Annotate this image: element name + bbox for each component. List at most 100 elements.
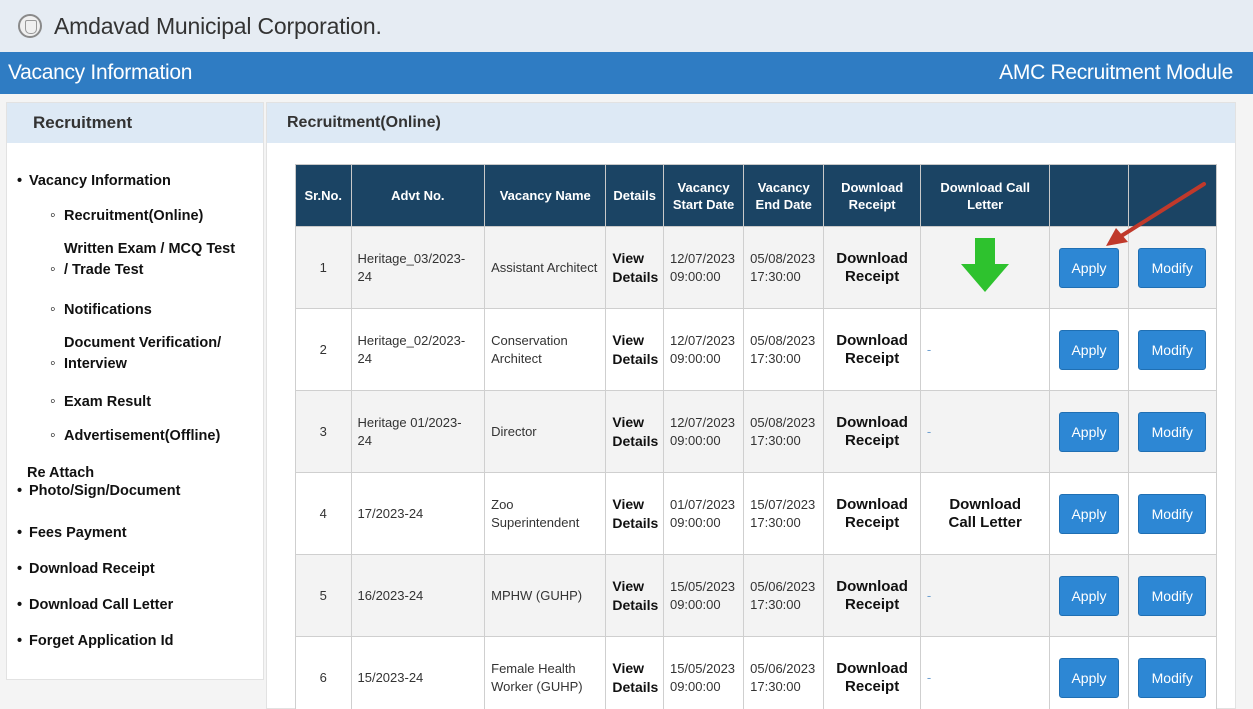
sidebar-item-document-verification[interactable]: Document Verification/ Interview [50,335,260,373]
sidebar-item-forget-application-id[interactable]: Forget Application Id [17,633,173,649]
sidebar-item-download-call-letter[interactable]: Download Call Letter [17,597,173,613]
download-receipt-label: Download [836,413,908,431]
sidebar-item-fees-payment[interactable]: Fees Payment [17,525,127,541]
modify-button[interactable]: Modify [1138,575,1207,616]
sidebar-item-notifications[interactable]: Notifications [50,301,152,319]
apply-button[interactable]: Apply [1058,329,1119,370]
advt-number: 16/2023-24 [357,587,424,603]
cell-advt: Heritage 01/2023- 24 [350,390,486,473]
cell-receipt: Download Receipt [823,554,921,637]
modify-button[interactable]: Modify [1138,247,1207,288]
vacancy-name: Assistant Architect [491,259,598,275]
download-receipt-link[interactable]: Download Receipt [830,496,914,532]
table-row: 5 16/2023-24 MPHW (GUHP) View Details 15/… [295,554,1218,637]
download-receipt-link[interactable]: Download Receipt [830,578,914,614]
advt-number: Heritage 01/2023- [357,414,462,430]
view-details-link[interactable]: View Details [612,332,658,367]
download-call-letter-label: Download [949,495,1022,513]
cell-name: Zoo Superintendent [484,472,607,555]
sidebar-item-download-receipt[interactable]: Download Receipt [17,561,155,577]
cell-details: View Details [605,636,664,709]
download-receipt-link[interactable]: Download Receipt [830,660,914,696]
end-date: 05/08/2023 [750,332,816,348]
start-date: 09:00:00 [669,596,721,612]
cell-sr: 3 [295,390,352,473]
apply-button[interactable]: Apply [1058,247,1119,288]
cell-details: View Details [605,390,664,473]
cell-name: Conservation Architect [484,308,607,391]
view-details-link[interactable]: View Details [612,578,658,613]
modify-button[interactable]: Modify [1138,657,1207,698]
col-header-label: Download Call [940,179,1030,195]
cell-end: 05/08/2023 17:30:00 [743,308,825,391]
col-header-label: Vacancy [677,179,730,195]
col-header-receipt: Download Receipt [823,164,921,227]
sidebar-item-reattach[interactable]: Re Attach Photo/Sign/Document [17,465,257,499]
download-receipt-link[interactable]: Download Receipt [830,332,914,368]
end-date: 17:30:00 [750,596,801,612]
sidebar-item-vacancy-information[interactable]: Vacancy Information [17,173,171,189]
start-date: 12/07/2023 [669,250,736,266]
cell-modify: Modify [1127,390,1218,473]
start-date: 15/05/2023 [669,578,736,594]
cell-call-letter: Download Call Letter [919,472,1051,555]
col-header-apply [1049,164,1129,227]
apply-button[interactable]: Apply [1058,493,1119,534]
cell-sr: 5 [295,554,352,637]
cell-call-letter: - [919,390,1051,473]
view-details-link[interactable]: View Details [612,496,658,531]
vacancy-table: Sr.No. Advt No. Vacancy Name Details Vac… [295,164,1218,709]
empty-dash: - [926,423,932,439]
view-details-link[interactable]: View Details [612,660,658,695]
sidebar-item-written-exam[interactable]: Written Exam / MCQ Test / Trade Test [50,241,260,279]
empty-dash: - [926,669,932,685]
sidebar-item-recruitment-online[interactable]: Recruitment(Online) [50,207,203,225]
cell-start: 15/05/2023 09:00:00 [662,554,745,637]
vacancy-name: Architect [491,350,542,366]
col-header-label: Receipt [848,196,896,212]
table-row: 6 15/2023-24 Female Health Worker (GUHP) … [295,636,1218,709]
view-details-link[interactable]: View Details [612,414,658,449]
cell-receipt: Download Receipt [823,472,921,555]
view-details-label: Details [612,678,659,695]
download-receipt-link[interactable]: Download Receipt [830,250,914,286]
cell-advt: Heritage_02/2023- 24 [350,308,486,391]
cell-advt: 16/2023-24 [350,554,486,637]
empty-dash: - [926,587,932,603]
download-call-letter-link[interactable]: Download Call Letter [927,496,1044,532]
cell-end: 15/07/2023 17:30:00 [743,472,825,555]
start-date: 15/05/2023 [669,660,736,676]
download-receipt-link[interactable]: Download Receipt [830,414,914,450]
cell-start: 12/07/2023 09:00:00 [662,390,745,473]
apply-button[interactable]: Apply [1058,575,1119,616]
modify-button[interactable]: Modify [1138,411,1207,452]
col-header-label: Letter [967,196,1004,212]
sidebar-item-label: Re Attach [27,465,95,481]
cell-start: 12/07/2023 09:00:00 [662,226,745,309]
view-details-link[interactable]: View Details [612,250,658,285]
cell-details: View Details [605,226,664,309]
cell-call-letter: - [919,308,1051,391]
sidebar-item-advertisement-offline[interactable]: Advertisement(Offline) [50,427,220,445]
modify-button[interactable]: Modify [1138,329,1207,370]
cell-advt: 15/2023-24 [350,636,486,709]
advt-number: 24 [357,268,372,284]
modify-button[interactable]: Modify [1138,493,1207,534]
cell-end: 05/06/2023 17:30:00 [743,636,825,709]
apply-button[interactable]: Apply [1058,411,1119,452]
apply-button[interactable]: Apply [1058,657,1119,698]
col-header-label: End Date [755,196,812,212]
cell-end: 05/08/2023 17:30:00 [743,226,825,309]
view-details-label: View [612,577,645,594]
cell-apply: Apply [1049,554,1129,637]
cell-receipt: Download Receipt [823,636,921,709]
sidebar-item-label: Document Verification/ [64,335,222,351]
cell-sr: 6 [295,636,352,709]
sidebar: Recruitment Vacancy Information Recruitm… [6,102,264,680]
cell-details: View Details [605,472,664,555]
cell-sr: 2 [295,308,352,391]
sidebar-item-exam-result[interactable]: Exam Result [50,393,151,411]
end-date: 17:30:00 [750,432,801,448]
view-details-label: View [612,413,645,430]
cell-end: 05/08/2023 17:30:00 [743,390,825,473]
